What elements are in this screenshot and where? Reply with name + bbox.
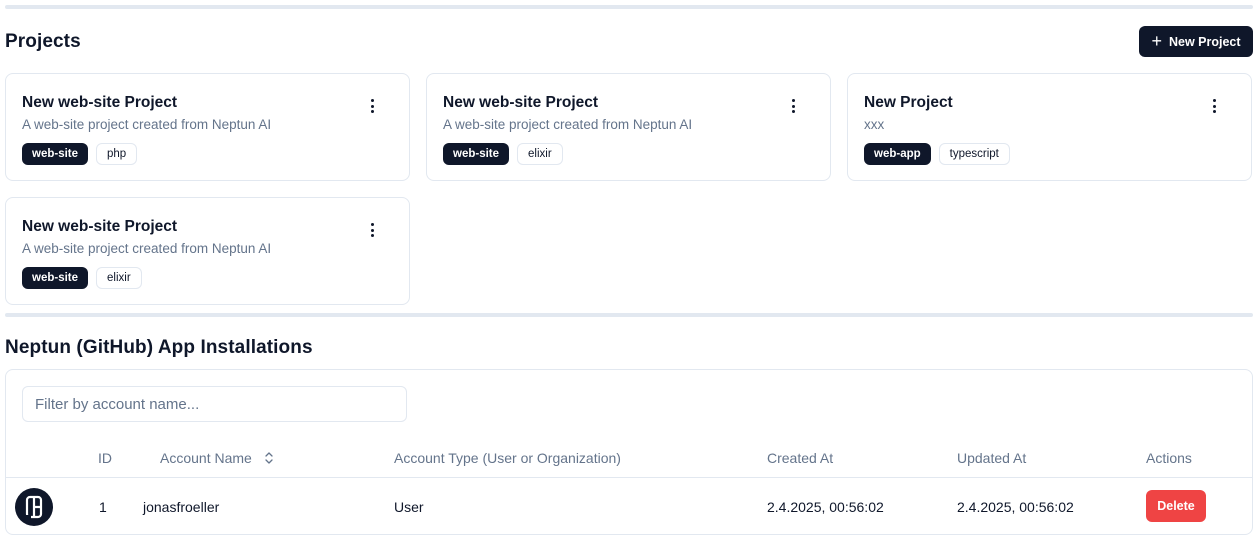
cell-account-type: User xyxy=(394,499,424,515)
project-type-badge: web-site xyxy=(22,143,89,165)
new-project-label: New Project xyxy=(1168,34,1241,49)
project-card[interactable]: New Project xxx web-app typescript xyxy=(847,73,1252,181)
project-title: New Project xyxy=(864,94,953,111)
more-options-icon[interactable] xyxy=(364,96,380,116)
column-header-account-name[interactable]: Account Name xyxy=(160,450,274,468)
column-header-label: Account Name xyxy=(160,450,252,466)
project-card[interactable]: New web-site Project A web-site project … xyxy=(5,73,410,181)
section-divider xyxy=(5,313,1253,317)
project-card[interactable]: New web-site Project A web-site project … xyxy=(426,73,831,181)
project-tags: web-site php xyxy=(22,143,138,165)
column-header-id: ID xyxy=(98,450,112,466)
project-description: A web-site project created from Neptun A… xyxy=(443,117,693,132)
project-description: A web-site project created from Neptun A… xyxy=(22,117,272,132)
column-header-created-at: Created At xyxy=(767,450,834,466)
avatar xyxy=(15,488,53,526)
github-avatar-icon xyxy=(25,495,43,519)
project-language-badge: elixir xyxy=(517,143,563,165)
project-type-badge: web-app xyxy=(864,143,931,165)
project-title: New web-site Project xyxy=(22,218,178,235)
cell-created-at: 2.4.2025, 00:56:02 xyxy=(767,499,884,515)
column-header-updated-at: Updated At xyxy=(957,450,1027,466)
column-header-account-type: Account Type (User or Organization) xyxy=(394,450,621,466)
project-language-badge: php xyxy=(96,143,138,165)
project-description: xxx xyxy=(864,117,885,132)
cell-id: 1 xyxy=(99,499,107,515)
project-tags: web-app typescript xyxy=(864,143,1010,165)
project-type-badge: web-site xyxy=(22,267,89,289)
project-language-badge: typescript xyxy=(938,143,1010,165)
new-project-button[interactable]: + New Project xyxy=(1139,26,1253,57)
cell-account-name: jonasfroeller xyxy=(143,499,220,515)
project-card[interactable]: New web-site Project A web-site project … xyxy=(5,197,410,305)
more-options-icon[interactable] xyxy=(364,220,380,240)
project-tags: web-site elixir xyxy=(443,143,563,165)
header-separator xyxy=(6,477,1252,478)
cell-updated-at: 2.4.2025, 00:56:02 xyxy=(957,499,1074,515)
project-title: New web-site Project xyxy=(22,94,178,111)
filter-account-input[interactable] xyxy=(22,386,407,422)
delete-button[interactable]: Delete xyxy=(1146,490,1206,522)
more-options-icon[interactable] xyxy=(1206,96,1222,116)
project-language-badge: elixir xyxy=(96,267,142,289)
plus-icon: + xyxy=(1151,30,1162,51)
project-type-badge: web-site xyxy=(443,143,510,165)
project-description: A web-site project created from Neptun A… xyxy=(22,241,272,256)
project-tags: web-site elixir xyxy=(22,267,142,289)
more-options-icon[interactable] xyxy=(785,96,801,116)
column-header-actions: Actions xyxy=(1146,450,1192,466)
projects-title: Projects xyxy=(5,31,81,52)
sort-icon[interactable] xyxy=(264,451,274,468)
project-title: New web-site Project xyxy=(443,94,599,111)
top-divider xyxy=(5,5,1253,9)
installations-table-card: ID Account Name Account Type (User or Or… xyxy=(5,369,1253,535)
installations-title: Neptun (GitHub) App Installations xyxy=(5,337,313,358)
